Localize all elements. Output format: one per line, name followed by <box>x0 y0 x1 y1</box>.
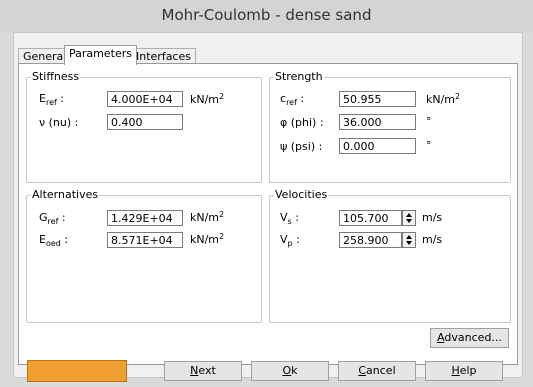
strength-group: Strength cref : 50.955 kN/m2 φ (phi) : 3… <box>269 70 511 183</box>
nu-input[interactable]: 0.400 <box>107 114 183 130</box>
vs-spin-button[interactable] <box>402 210 416 226</box>
phi-input[interactable]: 36.000 <box>339 114 416 130</box>
vs-unit: m/s <box>422 211 443 224</box>
eoed-label: Eoed : <box>39 233 69 248</box>
eoed-unit: kN/m2 <box>190 232 225 247</box>
spin-down-icon <box>406 219 412 223</box>
cancel-button[interactable]: Cancel <box>338 361 416 381</box>
gref-unit: kN/m2 <box>190 210 225 225</box>
stiffness-group: Stiffness Eref : 4.000E+04 kN/m2 ν (nu) … <box>26 70 262 183</box>
spin-down-icon <box>406 241 412 245</box>
eref-input[interactable]: 4.000E+04 <box>107 91 183 107</box>
nu-label: ν (nu) : <box>39 116 79 129</box>
velocities-title: Velocities <box>274 188 329 201</box>
vs-input[interactable]: 105.700 <box>339 210 402 226</box>
gref-label: Gref : <box>39 211 66 226</box>
spin-up-icon <box>406 213 412 217</box>
material-color-swatch[interactable] <box>27 360 127 382</box>
vp-spin-button[interactable] <box>402 232 416 248</box>
vp-input[interactable]: 258.900 <box>339 232 402 248</box>
next-button[interactable]: Next <box>164 361 242 381</box>
help-button[interactable]: Help <box>425 361 503 381</box>
dialog-window: Mohr-Coulomb - dense sand General Parame… <box>0 0 533 387</box>
spin-up-icon <box>406 235 412 239</box>
psi-label: ψ (psi) : <box>280 140 323 153</box>
psi-unit: ° <box>426 139 432 152</box>
stiffness-title: Stiffness <box>31 70 81 83</box>
gref-input[interactable]: 1.429E+04 <box>107 210 183 226</box>
vp-unit: m/s <box>422 233 443 246</box>
parameters-page: Stiffness Eref : 4.000E+04 kN/m2 ν (nu) … <box>18 63 518 365</box>
window-title: Mohr-Coulomb - dense sand <box>0 0 533 32</box>
advanced-button[interactable]: Advanced... <box>430 328 509 348</box>
cref-input[interactable]: 50.955 <box>339 91 416 107</box>
eref-unit: kN/m2 <box>190 92 225 107</box>
velocities-group: Velocities Vs : 105.700 m/s Vp : 258.900… <box>269 188 511 323</box>
phi-label: φ (phi) : <box>280 116 324 129</box>
cref-label: cref : <box>280 92 305 107</box>
vs-label: Vs : <box>280 211 299 226</box>
eoed-input[interactable]: 8.571E+04 <box>107 232 183 248</box>
ok-button[interactable]: Ok <box>251 361 329 381</box>
strength-title: Strength <box>274 70 324 83</box>
alternatives-group: Alternatives Gref : 1.429E+04 kN/m2 Eoed… <box>26 188 262 323</box>
tab-parameters[interactable]: Parameters <box>64 45 137 65</box>
phi-unit: ° <box>426 115 432 128</box>
cref-unit: kN/m2 <box>426 92 461 107</box>
button-bar: Next Ok Cancel Help <box>0 356 533 387</box>
psi-input[interactable]: 0.000 <box>339 138 416 154</box>
vp-label: Vp : <box>280 233 300 248</box>
dialog-client-area: General Parameters Interfaces Stiffness … <box>13 32 523 378</box>
eref-label: Eref : <box>39 92 65 107</box>
alternatives-title: Alternatives <box>31 188 100 201</box>
